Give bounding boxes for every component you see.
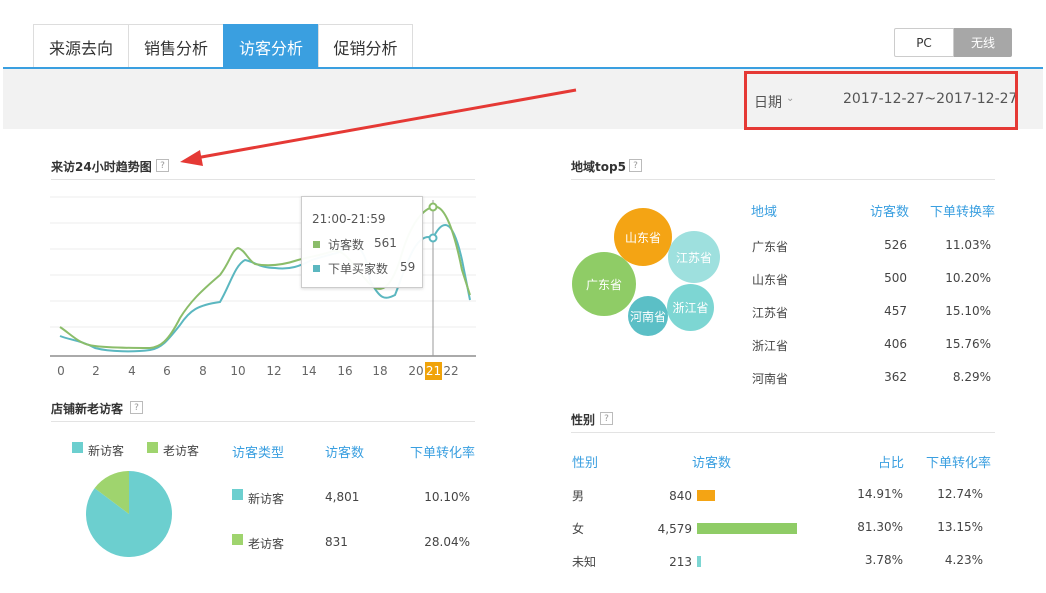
visitor-rate-header: 下单转化率 (410, 446, 476, 461)
help-icon[interactable]: ? (156, 159, 169, 172)
bubble-guangdong: 广东省 (572, 252, 636, 316)
x-tick: 4 (128, 364, 136, 378)
legend-old-label: 老访客 (163, 444, 200, 458)
region-name: 山东省 (752, 273, 789, 287)
new-visitor-swatch (232, 489, 243, 500)
x-tick: 20 (408, 364, 424, 378)
gender-label: 男 (572, 489, 585, 503)
gender-share-header: 占比 (878, 456, 905, 471)
trend-title: 来访24小时趋势图 (51, 160, 152, 174)
region-visitors: 406 (884, 337, 907, 351)
gender-bar-female (697, 523, 797, 534)
visitors-hover-point (428, 202, 438, 212)
divider (51, 421, 475, 422)
gender-share: 81.30% (857, 520, 903, 534)
buyers-hover-point (428, 233, 438, 243)
region-title: 地域top5 (571, 160, 626, 174)
gender-visitors: 840 (669, 489, 692, 503)
visitors-header: 访客数 (870, 205, 910, 220)
visitor-type-header: 访客类型 (232, 446, 285, 461)
bubble-zhejiang: 浙江省 (667, 284, 714, 331)
tooltip-visitors-label: 访客数 (328, 238, 365, 252)
visitor-type-pie (86, 471, 172, 557)
legend-old-swatch (147, 442, 158, 453)
visitor-count: 4,801 (325, 490, 360, 504)
gender-rate: 12.74% (937, 487, 983, 501)
region-visitors: 362 (884, 370, 907, 384)
region-rate: 15.10% (945, 304, 991, 318)
gender-share: 3.78% (864, 553, 903, 567)
gender-title: 性别 (571, 413, 596, 427)
x-tick: 0 (57, 364, 65, 378)
chart-tooltip: 21:00-21:59 访客数 561 下单买家数 59 (301, 196, 423, 288)
tooltip-visitors-value: 561 (374, 236, 397, 250)
visitors-swatch (313, 241, 320, 248)
bubble-henan: 河南省 (628, 296, 668, 336)
old-visitor-swatch (232, 534, 243, 545)
visitor-type: 新访客 (248, 492, 285, 506)
region-rate: 10.20% (945, 271, 991, 285)
x-tick: 12 (266, 364, 282, 378)
region-name: 江苏省 (752, 306, 789, 320)
visitor-rate: 28.04% (424, 535, 470, 549)
gender-share: 14.91% (857, 487, 903, 501)
visitors-type-title: 店铺新老访客 (51, 402, 124, 416)
gender-label: 未知 (572, 555, 597, 569)
visitor-type: 老访客 (248, 537, 285, 551)
gender-visitors: 4,579 (657, 522, 692, 536)
region-header: 地域 (751, 205, 778, 220)
bubble-jiangsu: 江苏省 (668, 231, 720, 283)
legend-new-label: 新访客 (88, 444, 125, 458)
help-icon[interactable]: ? (130, 401, 143, 414)
gender-bar-male (697, 490, 715, 501)
conversion-header: 下单转换率 (930, 205, 996, 220)
x-tick-highlight: 21 (425, 362, 442, 380)
divider (571, 432, 995, 433)
help-icon[interactable]: ? (629, 159, 642, 172)
gender-rate: 13.15% (937, 520, 983, 534)
visitor-analysis-page: 来源去向 销售分析 访客分析 促销分析 PC 无线 日期 ⌄ 2017-12-2… (0, 0, 1046, 593)
gender-bar-unknown (697, 556, 701, 567)
region-visitors: 526 (884, 238, 907, 252)
region-rate: 8.29% (952, 370, 991, 384)
divider (51, 179, 475, 180)
tooltip-buyers-value: 59 (400, 260, 416, 274)
gender-rate: 4.23% (944, 553, 983, 567)
region-name: 广东省 (752, 240, 789, 254)
visitor-count: 831 (325, 535, 348, 549)
gender-visitors: 213 (669, 555, 692, 569)
region-name: 河南省 (752, 372, 789, 386)
region-visitors: 457 (884, 304, 907, 318)
divider (571, 179, 995, 180)
tooltip-time: 21:00-21:59 (312, 212, 386, 226)
x-tick: 2 (92, 364, 100, 378)
visitor-rate: 10.10% (424, 490, 470, 504)
buyers-swatch (313, 265, 320, 272)
x-tick: 6 (163, 364, 171, 378)
gender-visitors-header: 访客数 (692, 456, 732, 471)
x-tick: 14 (301, 364, 317, 378)
region-name: 浙江省 (752, 339, 789, 353)
region-rate: 11.03% (945, 238, 991, 252)
x-tick: 10 (230, 364, 246, 378)
x-tick: 16 (337, 364, 353, 378)
gender-label: 女 (572, 522, 585, 536)
tooltip-buyers-label: 下单买家数 (328, 262, 389, 276)
region-rate: 15.76% (945, 337, 991, 351)
legend-new-swatch (72, 442, 83, 453)
gender-header: 性别 (572, 456, 599, 471)
bubble-shandong: 山东省 (614, 208, 672, 266)
x-tick: 18 (372, 364, 388, 378)
visitor-count-header: 访客数 (325, 446, 365, 461)
x-tick: 22 (443, 364, 459, 378)
help-icon[interactable]: ? (600, 412, 613, 425)
gender-rate-header: 下单转化率 (926, 456, 992, 471)
x-tick: 8 (199, 364, 207, 378)
region-visitors: 500 (884, 271, 907, 285)
